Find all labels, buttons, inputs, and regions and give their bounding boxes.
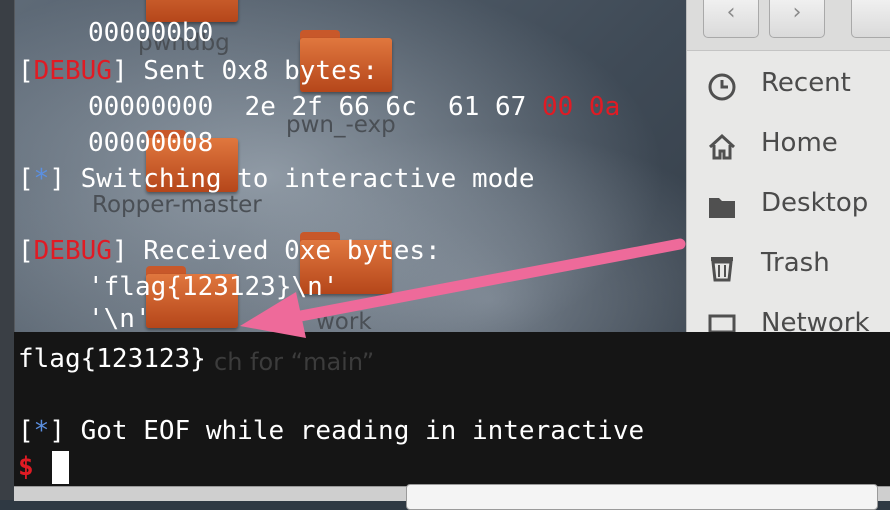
forward-button[interactable]: › [769,0,825,38]
debug-tag: DEBUG [33,236,112,266]
hexdump-offset: 00000008 [88,128,214,158]
eof-message: Got EOF while reading in interactive [80,416,645,446]
text-cursor [52,451,69,484]
debug-tag: DEBUG [33,56,112,86]
search-hint-ghost: ch for “main” [214,348,375,376]
switching-line: [*] Switching to interactive mode [18,164,535,194]
window-edge [0,0,15,500]
hex-bytes-highlight: 00 0a [541,92,621,122]
hex-bytes: 2e 2f 66 6c 61 67 [244,92,527,122]
sidebar-item-label: Desktop [761,188,869,218]
received-data-line: '\n' [88,304,151,334]
sent-message: Sent 0x8 bytes: [143,56,379,86]
search-field[interactable] [406,484,878,510]
star-tag: * [33,416,50,446]
sidebar-item-label: Trash [761,248,830,278]
star-tag: * [33,164,50,194]
hexdump-offset: 000000b0 [88,18,214,48]
menu-button[interactable] [851,0,890,38]
debug-received-line: [DEBUG] Received 0xe bytes: [18,236,441,266]
debug-sent-line: [DEBUG] Sent 0x8 bytes: [18,56,379,86]
hexdump-row: 00000000 2e 2f 66 6c 61 67 00 0a [88,92,620,122]
switching-message: Switching to interactive mode [80,164,535,194]
flag-output: flag{123123} [18,344,206,374]
sidebar-item-label: Recent [761,68,851,98]
shell-prompt: $ [18,452,34,482]
received-data-line: 'flag{123123}\n' [88,272,339,302]
eof-line: [*] Got EOF while reading in interactive [18,416,645,446]
terminal-output: 000000b0 [DEBUG] Sent 0x8 bytes: 0000000… [18,0,718,336]
hex-offset: 00000000 [88,92,214,122]
chevron-right-icon: › [792,0,802,25]
chevron-left-icon: ‹ [726,0,736,25]
sidebar-item-label: Home [761,128,838,158]
received-message: Received 0xe bytes: [143,236,441,266]
